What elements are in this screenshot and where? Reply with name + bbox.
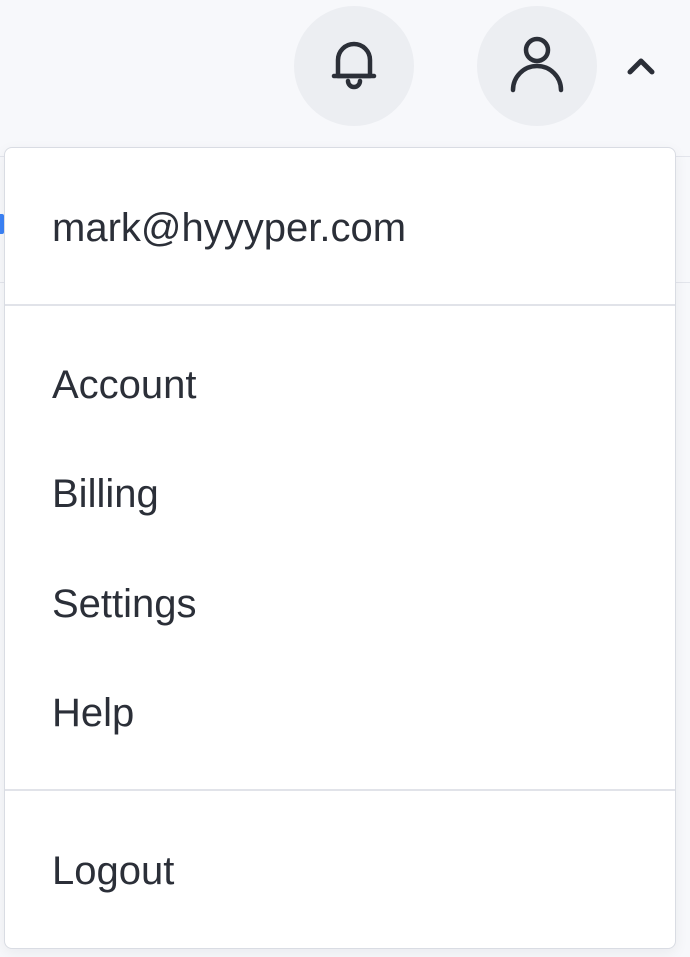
user-menu-button[interactable] <box>477 6 597 126</box>
user-icon <box>505 32 569 101</box>
menu-item-settings[interactable]: Settings <box>52 580 197 628</box>
menu-item-billing[interactable]: Billing <box>52 470 159 518</box>
logout-button[interactable]: Logout <box>52 847 174 895</box>
menu-divider <box>5 789 675 791</box>
menu-item-account[interactable]: Account <box>52 361 197 409</box>
menu-divider <box>5 304 675 306</box>
menu-toggle-button[interactable] <box>621 48 661 88</box>
chevron-up-icon <box>624 55 658 82</box>
bell-icon <box>322 32 386 101</box>
user-email: mark@hyyyper.com <box>52 206 407 250</box>
menu-item-help[interactable]: Help <box>52 689 134 737</box>
user-dropdown-menu: mark@hyyyper.com Account Billing Setting… <box>4 147 676 949</box>
notifications-button[interactable] <box>294 6 414 126</box>
